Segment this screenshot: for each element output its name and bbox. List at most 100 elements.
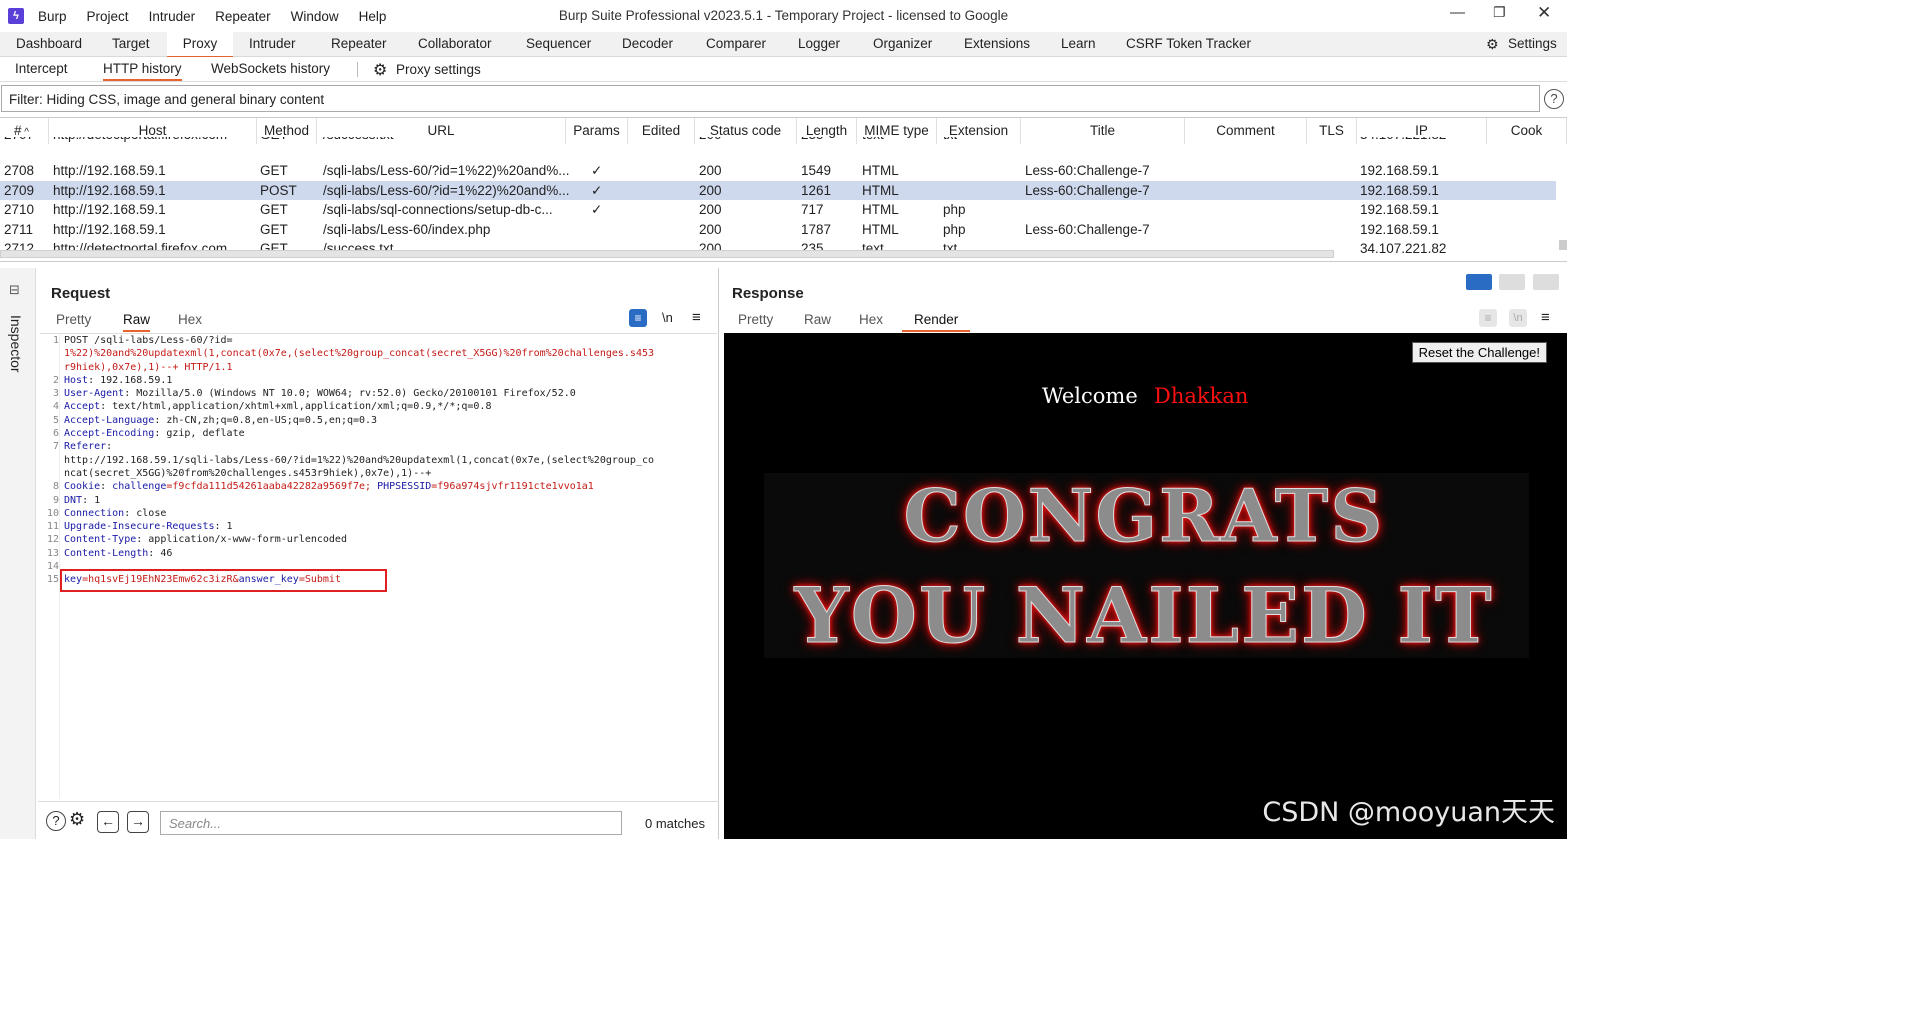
tab-hex[interactable]: Hex	[178, 312, 202, 327]
tab-proxy[interactable]: Proxy	[167, 32, 233, 58]
inspector-label[interactable]: Inspector	[8, 315, 24, 373]
table-row[interactable]: 2710 http://192.168.59.1 GET/sqli-labs/sql…	[0, 200, 1556, 220]
line-number: 12	[46, 534, 59, 546]
newline-toggle-icon[interactable]: \n	[662, 310, 673, 325]
cell-ip: 192.168.59.1	[1360, 163, 1439, 178]
maximize-icon[interactable]: ❐	[1493, 4, 1506, 21]
split-horizontal-icon[interactable]	[1465, 274, 1492, 290]
subtab-intercept[interactable]: Intercept	[15, 61, 68, 76]
watermark: CSDN @mooyuan天天	[1262, 797, 1555, 828]
word-wrap-icon[interactable]: ≡	[629, 309, 647, 327]
table-row[interactable]: 2709 http://192.168.59.1 POST/sqli-labs/Le…	[0, 180, 1556, 200]
minimize-icon[interactable]: —	[1450, 4, 1465, 21]
code-line: DNT: 1	[64, 494, 709, 507]
menu-repeater[interactable]: Repeater	[215, 9, 271, 24]
cell-ip: 192.168.59.1	[1360, 182, 1439, 198]
cell-num: 2709	[4, 182, 35, 198]
code-token: Cookie	[64, 481, 101, 493]
tab-render[interactable]: Render	[902, 312, 971, 332]
tab-extensions[interactable]: Extensions	[964, 36, 1030, 51]
settings-gear-icon[interactable]: ⚙	[69, 809, 85, 830]
horizontal-scrollbar[interactable]	[0, 250, 1334, 258]
tab-learn[interactable]: Learn	[1061, 36, 1096, 51]
split-vertical-icon[interactable]	[1499, 274, 1526, 290]
code-line: http://192.168.59.1/sqli-labs/Less-60/?i…	[64, 454, 709, 467]
cell-status: 200	[699, 182, 722, 198]
tab-comparer[interactable]: Comparer	[706, 36, 766, 51]
menu-icon[interactable]: ≡	[1541, 309, 1550, 326]
tab-raw[interactable]: Raw	[123, 312, 151, 332]
tab-intruder[interactable]: Intruder	[249, 36, 296, 51]
search-input[interactable]: Search...	[160, 811, 622, 835]
highlight-box	[60, 569, 387, 592]
help-icon[interactable]: ?	[46, 811, 66, 831]
tab-sequencer[interactable]: Sequencer	[526, 36, 591, 51]
cell-host: http://192.168.59.1	[53, 163, 166, 178]
gear-icon[interactable]: ⚙	[1486, 36, 1499, 53]
subtab-http-history[interactable]: HTTP history	[103, 61, 182, 81]
inspector-icon[interactable]: ⊟	[9, 282, 20, 298]
code-line: Accept: text/html,application/xhtml+xml,…	[64, 400, 709, 413]
request-editor[interactable]: 1 2 3 4 5 6 7 8 9 10 11 12 13 14 15 POST /sqli-labs/Le…	[40, 333, 717, 799]
line-number	[40, 361, 59, 374]
newline-toggle-icon[interactable]: \n	[1509, 309, 1527, 327]
code-token: challenge	[112, 481, 167, 493]
tab-target[interactable]: Target	[112, 36, 150, 51]
tab-logger[interactable]: Logger	[798, 36, 840, 51]
tab-csrf-token-tracker[interactable]: CSRF Token Tracker	[1126, 36, 1251, 51]
cell-length: 1549	[801, 163, 832, 178]
cell-params: ✓	[591, 202, 603, 217]
proxy-settings-button[interactable]: Proxy settings	[396, 62, 481, 77]
back-arrow-icon[interactable]: ←	[97, 811, 119, 833]
table-row[interactable]: 2707 http://detectportal.firefox.com GET/s…	[0, 137, 1556, 145]
tab-organizer[interactable]: Organizer	[873, 36, 932, 51]
menu-help[interactable]: Help	[359, 9, 387, 24]
code-token: Referer	[64, 441, 107, 453]
help-icon[interactable]: ?	[1544, 89, 1564, 109]
code-token: User-Agent	[64, 388, 125, 400]
cell-status: 200	[699, 202, 722, 217]
word-wrap-icon[interactable]: ≡	[1479, 309, 1497, 327]
line-number: 13	[46, 547, 59, 559]
reset-challenge-button[interactable]: Reset the Challenge!	[1411, 342, 1547, 363]
menu-window[interactable]: Window	[291, 9, 339, 24]
cell-method: GET	[260, 202, 288, 217]
tab-repeater[interactable]: Repeater	[331, 36, 387, 51]
proxy-settings-gear-icon[interactable]: ⚙	[373, 60, 387, 80]
code-line: Connection: close	[64, 507, 709, 520]
code-line: Accept-Language: zh-CN,zh;q=0.8,en-US;q=…	[64, 414, 709, 427]
tab-pretty[interactable]: Pretty	[56, 312, 91, 327]
tab-collaborator[interactable]: Collaborator	[418, 36, 492, 51]
settings-button[interactable]: Settings	[1508, 36, 1557, 51]
line-number: 1	[52, 335, 59, 346]
menu-project[interactable]: Project	[87, 9, 129, 24]
vertical-scrollbar[interactable]	[1559, 240, 1567, 250]
cell-status: 200	[699, 137, 722, 142]
close-icon[interactable]: ✕	[1537, 3, 1551, 23]
tab-decoder[interactable]: Decoder	[622, 36, 673, 51]
code-token: DNT	[64, 494, 83, 506]
tab-pretty[interactable]: Pretty	[738, 312, 773, 327]
table-row[interactable]: 2708 http://192.168.59.1 GET/sqli-labs/Les…	[0, 161, 1556, 181]
table-row[interactable]: 2711 http://192.168.59.1 GET/sqli-labs/Les…	[0, 220, 1556, 240]
cell-url: /sqli-labs/sql-connections/setup-db-c...	[323, 202, 553, 217]
subtab-websockets-history[interactable]: WebSockets history	[211, 61, 330, 76]
request-code[interactable]: POST /sqli-labs/Less-60/?id= 1%22)%20and%…	[64, 334, 709, 587]
filter-bar[interactable]: Filter: Hiding CSS, image and general bi…	[1, 85, 1540, 112]
forward-arrow-icon[interactable]: →	[127, 811, 149, 833]
tab-dashboard[interactable]: Dashboard	[16, 36, 82, 51]
inspector-sidebar[interactable]: ⊟ Inspector	[0, 268, 36, 839]
tab-hex[interactable]: Hex	[859, 312, 883, 327]
code-line: User-Agent: Mozilla/5.0 (Windows NT 10.0…	[64, 387, 709, 400]
single-pane-icon[interactable]	[1533, 274, 1559, 290]
menu-burp[interactable]: Burp	[38, 9, 67, 24]
menu-icon[interactable]: ≡	[692, 309, 701, 326]
menu-intruder[interactable]: Intruder	[149, 9, 196, 24]
rendered-response: Reset the Challenge! Welcome Dhakkan CON…	[724, 333, 1567, 839]
welcome-text: Welcome	[1042, 384, 1138, 408]
code-token: : application/x-www-form-urlencoded	[136, 534, 347, 546]
tab-raw[interactable]: Raw	[804, 312, 831, 327]
cell-mime: HTML	[862, 163, 899, 178]
code-token: : 1	[82, 494, 101, 506]
code-token: http://192.168.59.1/sqli-labs/Less-60/?i…	[64, 454, 655, 466]
